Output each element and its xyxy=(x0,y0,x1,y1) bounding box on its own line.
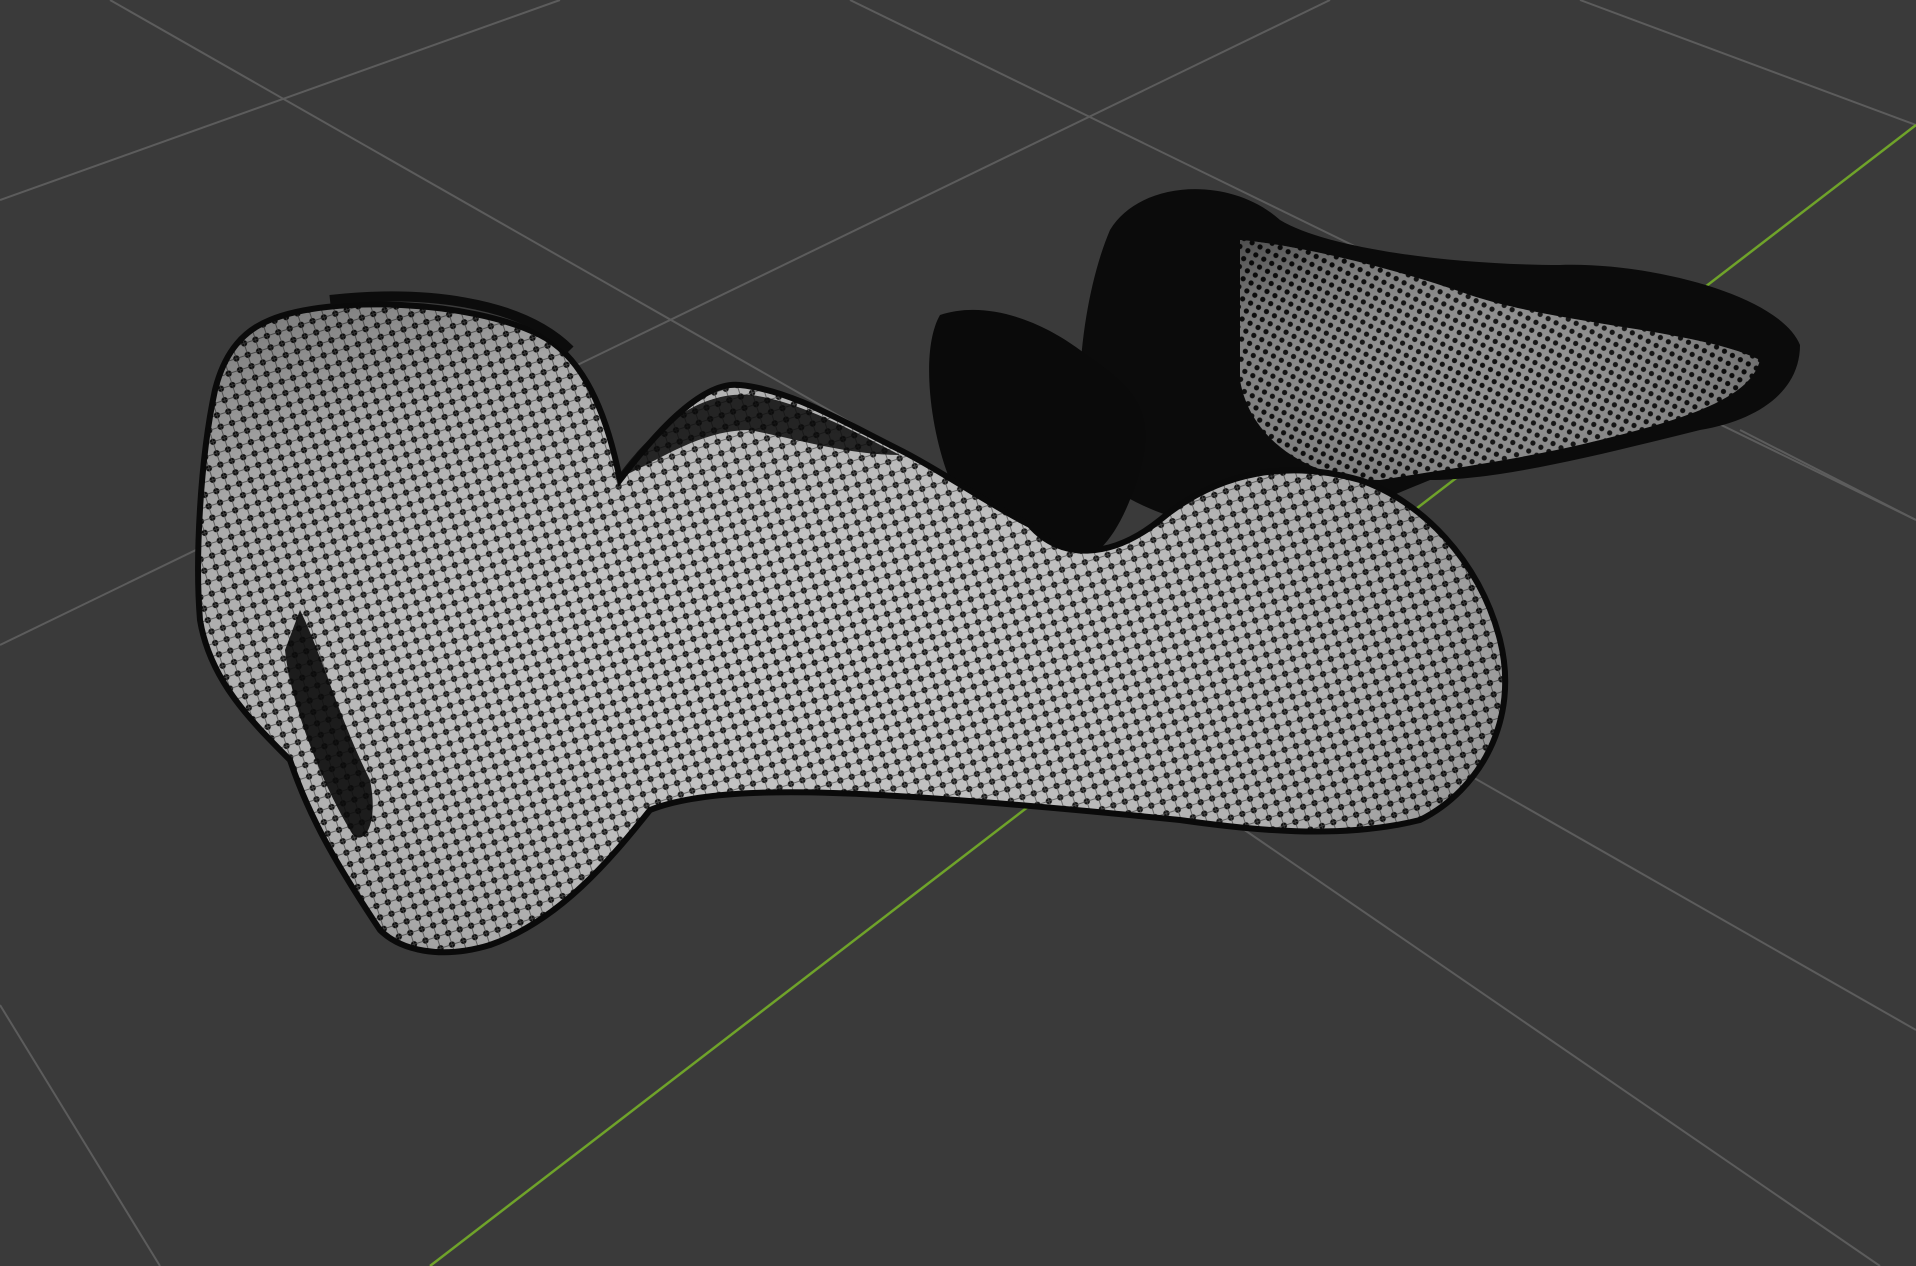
viewport-canvas[interactable] xyxy=(0,0,1916,1266)
mesh-object[interactable] xyxy=(195,189,1800,956)
3d-viewport[interactable] xyxy=(0,0,1916,1266)
